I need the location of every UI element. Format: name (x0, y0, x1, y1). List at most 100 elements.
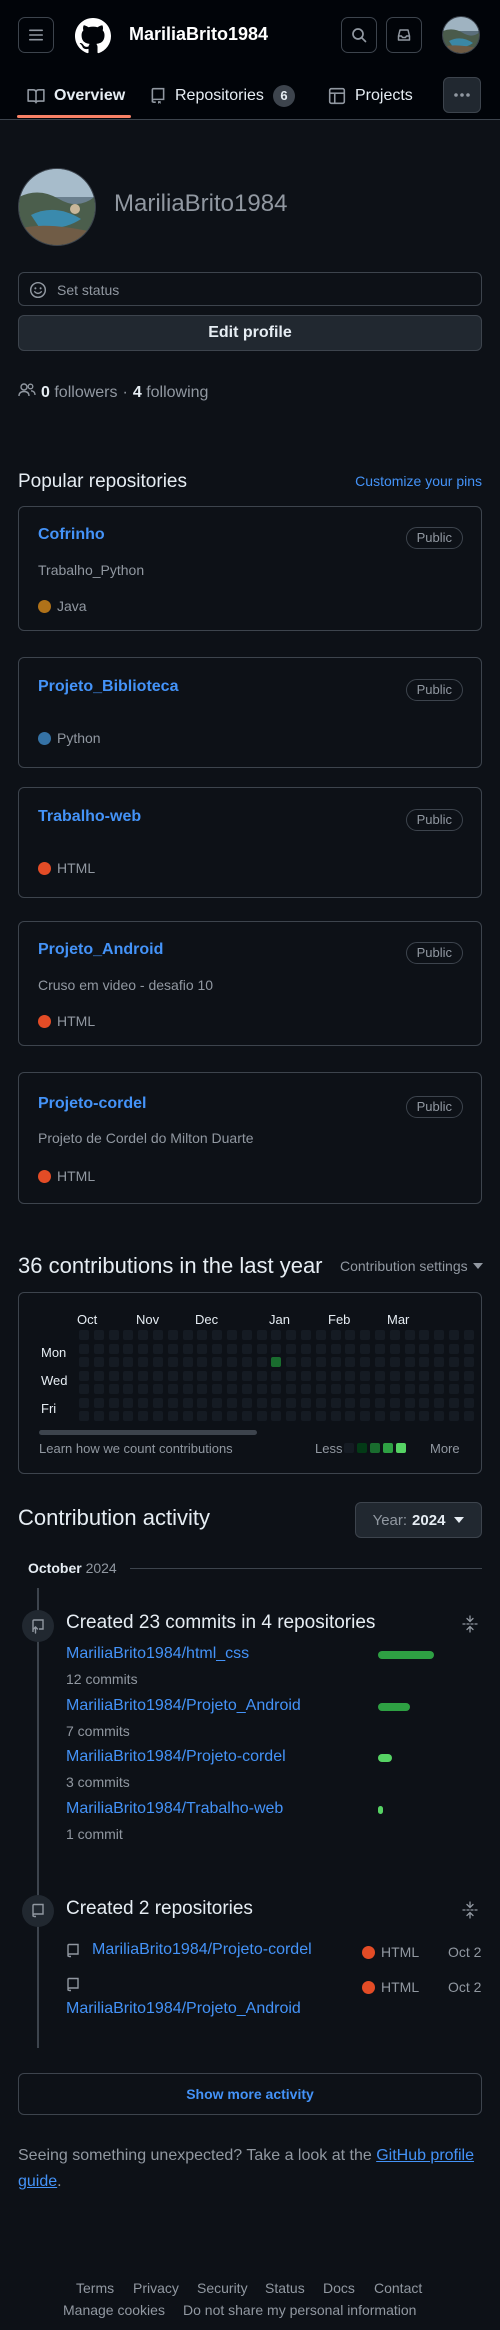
contribution-cell[interactable] (197, 1330, 208, 1340)
footer-security-link[interactable]: Security (197, 2280, 248, 2296)
contribution-cell[interactable] (375, 1411, 385, 1421)
contribution-cell[interactable] (93, 1343, 104, 1354)
contribution-cell[interactable] (108, 1370, 119, 1381)
contribution-cell[interactable] (286, 1357, 297, 1367)
contribution-cell[interactable] (108, 1411, 119, 1421)
fold-icon[interactable] (462, 1615, 478, 1636)
contribution-cell[interactable] (463, 1343, 474, 1354)
contribution-cell[interactable] (108, 1384, 119, 1394)
contribution-cell[interactable] (434, 1370, 445, 1381)
followers-link[interactable]: 0 followers (41, 384, 118, 402)
contribution-cell[interactable] (360, 1397, 371, 1408)
contribution-cell[interactable] (138, 1357, 149, 1367)
contribution-cell[interactable] (153, 1357, 163, 1367)
contribution-cell[interactable] (360, 1384, 371, 1394)
contribution-cell[interactable] (345, 1397, 356, 1408)
contribution-cell[interactable] (271, 1343, 282, 1354)
contribution-cell[interactable] (286, 1411, 297, 1421)
contribution-cell[interactable] (419, 1343, 430, 1354)
contribution-cell[interactable] (182, 1357, 193, 1367)
contribution-cell[interactable] (108, 1330, 119, 1340)
commit-repo-link[interactable]: MariliaBrito1984/Projeto-cordel (66, 1748, 286, 1766)
contribution-cell[interactable] (167, 1343, 178, 1354)
contribution-cell[interactable] (315, 1330, 326, 1340)
contribution-cell[interactable] (79, 1330, 89, 1340)
contribution-cell[interactable] (256, 1370, 267, 1381)
edit-profile-button[interactable]: Edit profile (18, 315, 482, 351)
contribution-cell[interactable] (463, 1397, 474, 1408)
footer-do-not-share-link[interactable]: Do not share my personal information (183, 2302, 416, 2318)
contribution-cell[interactable] (389, 1411, 400, 1421)
contribution-cell[interactable] (463, 1411, 474, 1421)
contribution-cell[interactable] (93, 1370, 104, 1381)
contribution-cell[interactable] (463, 1357, 474, 1367)
contribution-cell[interactable] (389, 1370, 400, 1381)
more-tabs-button[interactable] (443, 77, 481, 113)
contribution-cell[interactable] (108, 1357, 119, 1367)
contribution-cell[interactable] (389, 1343, 400, 1354)
contribution-cell[interactable] (138, 1330, 149, 1340)
contribution-cell[interactable] (315, 1343, 326, 1354)
contribution-cell[interactable] (345, 1357, 356, 1367)
contribution-cell[interactable] (212, 1370, 223, 1381)
contribution-cell[interactable] (286, 1370, 297, 1381)
repo-name-link[interactable]: Projeto_Android (38, 941, 163, 959)
contribution-cell[interactable] (286, 1343, 297, 1354)
contribution-cell[interactable] (360, 1370, 371, 1381)
footer-privacy-link[interactable]: Privacy (133, 2280, 179, 2296)
show-more-activity-button[interactable]: Show more activity (18, 2073, 482, 2115)
contribution-cell[interactable] (197, 1384, 208, 1394)
contribution-cell[interactable] (330, 1357, 341, 1367)
contribution-cell[interactable] (227, 1330, 237, 1340)
contribution-cell[interactable] (286, 1384, 297, 1394)
repo-name-link[interactable]: Projeto-cordel (38, 1095, 146, 1113)
contribution-cell[interactable] (330, 1343, 341, 1354)
menu-button[interactable] (18, 17, 54, 53)
contribution-cell[interactable] (227, 1397, 237, 1408)
customize-pins-link[interactable]: Customize your pins (355, 473, 482, 489)
contribution-cell[interactable] (197, 1397, 208, 1408)
contribution-cell[interactable] (197, 1357, 208, 1367)
contribution-cell[interactable] (434, 1384, 445, 1394)
contribution-cell[interactable] (123, 1343, 134, 1354)
contribution-cell[interactable] (79, 1384, 89, 1394)
contribution-cell[interactable] (153, 1384, 163, 1394)
contribution-cell[interactable] (449, 1397, 459, 1408)
footer-docs-link[interactable]: Docs (323, 2280, 355, 2296)
contribution-cell[interactable] (123, 1384, 134, 1394)
contribution-cell[interactable] (315, 1357, 326, 1367)
contribution-cell[interactable] (463, 1384, 474, 1394)
contribution-cell[interactable] (167, 1397, 178, 1408)
contribution-cell[interactable] (241, 1370, 252, 1381)
contribution-cell[interactable] (241, 1343, 252, 1354)
contribution-cell[interactable] (212, 1397, 223, 1408)
contribution-cell[interactable] (345, 1384, 356, 1394)
contribution-cell[interactable] (360, 1343, 371, 1354)
contribution-cell[interactable] (330, 1411, 341, 1421)
contribution-cell[interactable] (434, 1343, 445, 1354)
contribution-cell[interactable] (123, 1411, 134, 1421)
contribution-cell[interactable] (123, 1397, 134, 1408)
contribution-cell[interactable] (79, 1357, 89, 1367)
contribution-cell[interactable] (301, 1411, 311, 1421)
contribution-cell[interactable] (315, 1397, 326, 1408)
contribution-cell[interactable] (153, 1343, 163, 1354)
contribution-cell[interactable] (182, 1411, 193, 1421)
contribution-cell[interactable] (182, 1330, 193, 1340)
commit-repo-link[interactable]: MariliaBrito1984/Projeto_Android (66, 1697, 301, 1715)
contribution-cell[interactable] (79, 1370, 89, 1381)
contribution-cell[interactable] (182, 1343, 193, 1354)
contribution-cell[interactable] (79, 1343, 89, 1354)
contribution-cell[interactable] (271, 1357, 282, 1367)
contribution-cell[interactable] (301, 1357, 311, 1367)
contribution-cell[interactable] (182, 1384, 193, 1394)
contribution-cell[interactable] (404, 1330, 415, 1340)
contribution-cell[interactable] (241, 1384, 252, 1394)
contribution-cell[interactable] (345, 1370, 356, 1381)
created-repo-link[interactable]: MariliaBrito1984/Projeto-cordel (92, 1941, 312, 1959)
contribution-cell[interactable] (404, 1397, 415, 1408)
contribution-cell[interactable] (301, 1397, 311, 1408)
contribution-cell[interactable] (404, 1343, 415, 1354)
contribution-cell[interactable] (315, 1370, 326, 1381)
contribution-cell[interactable] (404, 1384, 415, 1394)
